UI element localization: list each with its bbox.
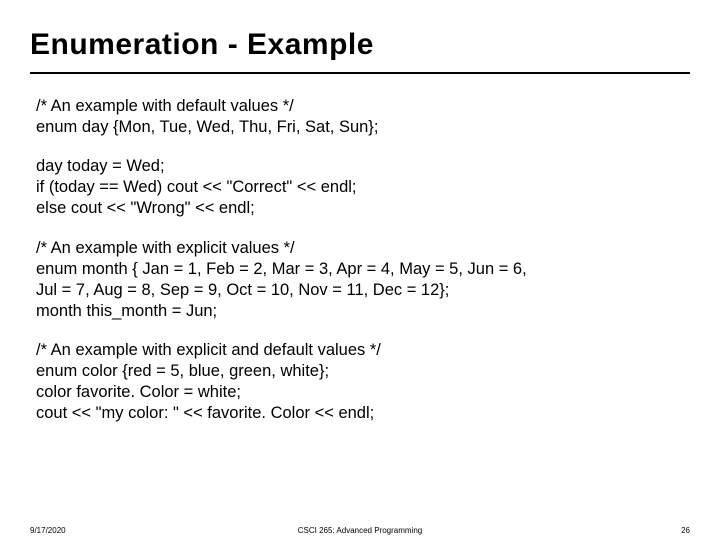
code-block-1: /* An example with default values */ enu…: [36, 96, 684, 138]
code-line: enum day {Mon, Tue, Wed, Thu, Fri, Sat, …: [36, 117, 684, 138]
code-line: enum month { Jan = 1, Feb = 2, Mar = 3, …: [36, 259, 684, 280]
code-line: /* An example with explicit values */: [36, 238, 684, 259]
slide: Enumeration - Example /* An example with…: [0, 0, 720, 540]
code-line: else cout << "Wrong" << endl;: [36, 198, 684, 219]
code-line: day today = Wed;: [36, 156, 684, 177]
slide-title: Enumeration - Example: [30, 28, 690, 68]
footer-page: 26: [681, 526, 690, 535]
slide-body: /* An example with default values */ enu…: [30, 96, 690, 424]
code-block-2: day today = Wed; if (today == Wed) cout …: [36, 156, 684, 219]
code-line: Jul = 7, Aug = 8, Sep = 9, Oct = 10, Nov…: [36, 280, 684, 301]
code-block-3: /* An example with explicit values */ en…: [36, 238, 684, 322]
code-block-4: /* An example with explicit and default …: [36, 340, 684, 424]
code-line: if (today == Wed) cout << "Correct" << e…: [36, 177, 684, 198]
code-line: /* An example with explicit and default …: [36, 340, 684, 361]
code-line: color favorite. Color = white;: [36, 382, 684, 403]
code-line: /* An example with default values */: [36, 96, 684, 117]
footer-course: CSCI 265: Advanced Programming: [0, 526, 720, 535]
title-rule: [30, 72, 690, 74]
code-line: enum color {red = 5, blue, green, white}…: [36, 361, 684, 382]
code-line: month this_month = Jun;: [36, 301, 684, 322]
code-line: cout << "my color: " << favorite. Color …: [36, 403, 684, 424]
